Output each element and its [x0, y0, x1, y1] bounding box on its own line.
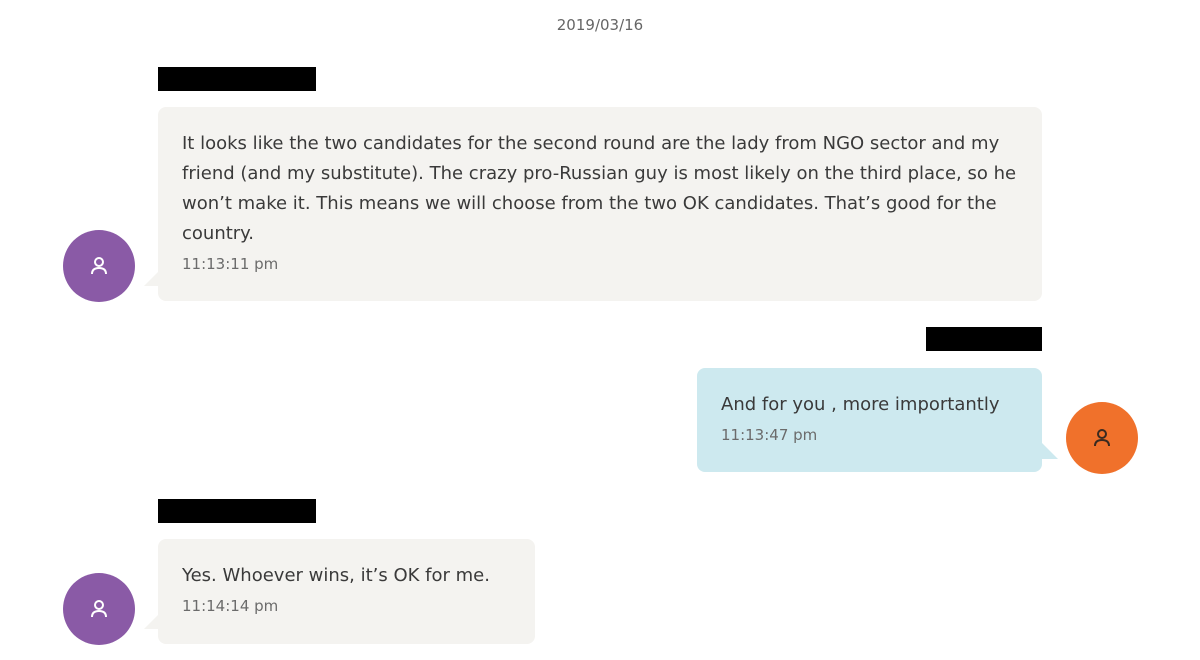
user-icon: [1094, 429, 1110, 447]
sender-name-redacted: [926, 327, 1042, 351]
message-timestamp: 11:14:14 pm: [182, 597, 279, 615]
avatar[interactable]: [63, 230, 135, 302]
message-text: It looks like the two candidates for the…: [182, 133, 1017, 244]
user-icon: [91, 257, 107, 275]
chat-date-header: 2019/03/16: [556, 16, 644, 34]
message-timestamp: 11:13:11 pm: [182, 255, 279, 273]
bubble-tail: [144, 270, 160, 286]
message-bubble-incoming: It looks like the two candidates for the…: [158, 107, 1042, 301]
avatar[interactable]: [1066, 402, 1138, 474]
bubble-tail: [1042, 443, 1058, 459]
message-text: Yes. Whoever wins, it’s OK for me.: [182, 565, 490, 586]
message-bubble-outgoing: And for you , more importantly 11:13:47 …: [697, 368, 1042, 472]
avatar[interactable]: [63, 573, 135, 645]
user-icon: [91, 600, 107, 618]
sender-name-redacted: [158, 67, 316, 91]
message-text: And for you , more importantly: [721, 394, 1000, 415]
bubble-tail: [144, 613, 160, 629]
message-timestamp: 11:13:47 pm: [721, 426, 818, 444]
message-bubble-incoming: Yes. Whoever wins, it’s OK for me. 11:14…: [158, 539, 535, 644]
sender-name-redacted: [158, 499, 316, 523]
